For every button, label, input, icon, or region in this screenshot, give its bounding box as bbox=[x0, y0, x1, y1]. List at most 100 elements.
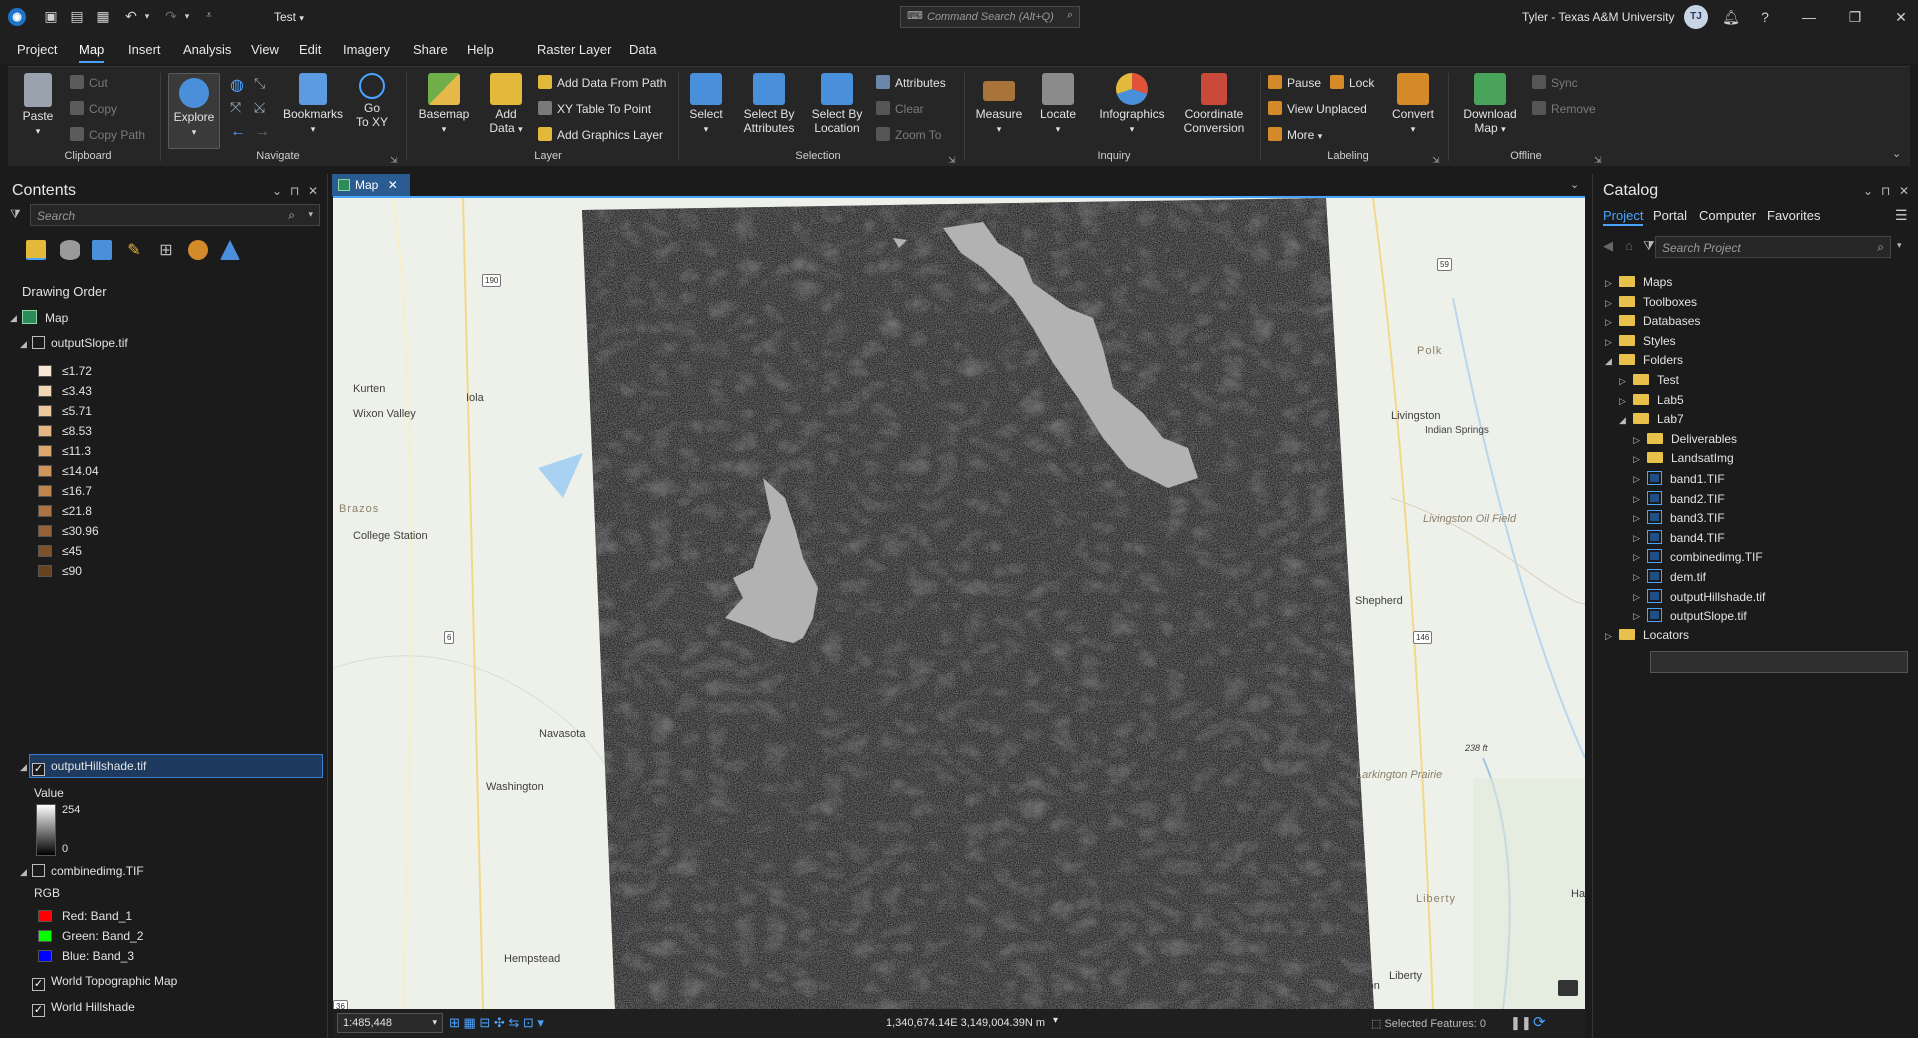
color-swatch[interactable] bbox=[38, 365, 52, 377]
slope-class-item[interactable]: ≤1.72 bbox=[38, 364, 92, 378]
view-unplaced-button[interactable]: View Unplaced bbox=[1268, 101, 1367, 116]
select-by-attributes-button[interactable]: Select By Attributes bbox=[738, 73, 800, 135]
customize-toolbar-icon[interactable]: ⩡ bbox=[200, 7, 218, 25]
collapse-triangle-icon[interactable]: ◢ bbox=[20, 762, 27, 773]
color-swatch[interactable] bbox=[38, 505, 52, 517]
slope-class-item[interactable]: ≤3.43 bbox=[38, 384, 92, 398]
list-by-data-source-icon[interactable] bbox=[60, 240, 80, 260]
bookmarks-button[interactable]: Bookmarks ▾ bbox=[282, 73, 344, 136]
visibility-checkbox[interactable] bbox=[32, 864, 45, 877]
open-project-icon[interactable]: ▤ bbox=[68, 7, 86, 25]
tab-imagery[interactable]: Imagery bbox=[343, 42, 390, 57]
sync-button[interactable]: Sync bbox=[1532, 75, 1578, 90]
command-search-input[interactable]: ⌨ Command Search (Alt+Q) ⌕ bbox=[900, 6, 1080, 28]
slope-class-item[interactable]: ≤21.8 bbox=[38, 504, 92, 518]
collapse-triangle-icon[interactable]: ◢ bbox=[1619, 415, 1626, 426]
zoom-to-selection-button[interactable]: Zoom To bbox=[876, 127, 941, 142]
selection-dialog-launcher-icon[interactable]: ⇲ bbox=[948, 155, 956, 166]
expand-triangle-icon[interactable]: ▷ bbox=[1605, 298, 1612, 309]
catalog-item[interactable]: dem.tif bbox=[1647, 569, 1706, 584]
slope-class-item[interactable]: ≤8.53 bbox=[38, 424, 92, 438]
tab-analysis[interactable]: Analysis bbox=[183, 42, 231, 57]
catalog-item[interactable]: Toolboxes bbox=[1619, 295, 1697, 309]
tab-insert[interactable]: Insert bbox=[128, 42, 161, 57]
layer-output-hillshade[interactable]: ✓ outputHillshade.tif bbox=[32, 759, 146, 776]
close-pane-icon[interactable]: ✕ bbox=[308, 184, 318, 198]
catalog-item[interactable]: Lab5 bbox=[1633, 393, 1684, 407]
expand-triangle-icon[interactable]: ▷ bbox=[1619, 396, 1626, 407]
slope-class-item[interactable]: ≤11.3 bbox=[38, 444, 91, 458]
avatar[interactable]: TJ bbox=[1684, 5, 1708, 29]
add-data-from-path-button[interactable]: Add Data From Path bbox=[538, 75, 666, 90]
coordinate-conversion-button[interactable]: Coordinate Conversion bbox=[1176, 73, 1252, 135]
select-button[interactable]: Select ▾ bbox=[684, 73, 728, 136]
catalog-item[interactable]: outputSlope.tif bbox=[1647, 608, 1747, 623]
collapse-triangle-icon[interactable]: ◢ bbox=[10, 313, 17, 324]
slope-class-item[interactable]: ≤45 bbox=[38, 544, 82, 558]
expand-triangle-icon[interactable]: ▷ bbox=[1633, 454, 1640, 465]
catalog-item[interactable]: LandsatImg bbox=[1647, 451, 1734, 465]
previous-extent-icon[interactable]: ← bbox=[230, 123, 246, 141]
redo-dropdown-icon[interactable]: ▾ bbox=[178, 7, 196, 25]
tab-share[interactable]: Share bbox=[413, 42, 448, 57]
expand-triangle-icon[interactable]: ▷ bbox=[1633, 552, 1640, 563]
catalog-item[interactable]: Lab7 bbox=[1633, 412, 1684, 426]
slope-class-item[interactable]: ≤14.04 bbox=[38, 464, 99, 478]
fixed-zoom-out-icon[interactable]: ⤩ bbox=[254, 99, 265, 116]
catalog-item[interactable]: band1.TIF bbox=[1647, 471, 1725, 486]
add-data-button[interactable]: Add Data ▾ bbox=[484, 73, 528, 136]
band-color-swatch[interactable] bbox=[38, 930, 52, 942]
xy-table-to-point-button[interactable]: XY Table To Point bbox=[538, 101, 651, 116]
color-swatch[interactable] bbox=[38, 465, 52, 477]
tab-help[interactable]: Help bbox=[467, 42, 494, 57]
list-by-editing-icon[interactable]: ✎ bbox=[124, 240, 144, 260]
band-color-swatch[interactable] bbox=[38, 950, 52, 962]
collapse-ribbon-icon[interactable]: ⌄ bbox=[1892, 147, 1901, 160]
tab-project[interactable]: Project bbox=[17, 42, 57, 57]
expand-triangle-icon[interactable]: ▷ bbox=[1633, 611, 1640, 622]
slope-class-item[interactable]: ≤16.7 bbox=[38, 484, 92, 498]
list-by-perspective-imagery-icon[interactable] bbox=[220, 240, 240, 260]
layer-output-slope[interactable]: outputSlope.tif bbox=[32, 336, 128, 350]
layer-world-topographic-map[interactable]: ✓ World Topographic Map bbox=[32, 974, 177, 991]
close-icon[interactable]: ✕ bbox=[1892, 8, 1910, 26]
color-swatch[interactable] bbox=[38, 545, 52, 557]
visibility-checkbox[interactable] bbox=[32, 336, 45, 349]
tab-map[interactable]: Map bbox=[79, 42, 105, 63]
pause-labeling-button[interactable]: Pause bbox=[1268, 75, 1321, 90]
collapse-triangle-icon[interactable]: ◢ bbox=[20, 339, 27, 350]
tab-view[interactable]: View bbox=[251, 42, 279, 57]
next-extent-icon[interactable]: → bbox=[254, 123, 270, 141]
offline-dialog-launcher-icon[interactable]: ⇲ bbox=[1594, 155, 1602, 166]
visibility-checkbox[interactable]: ✓ bbox=[32, 763, 45, 776]
download-map-button[interactable]: Download Map ▾ bbox=[1458, 73, 1522, 136]
copy-path-button[interactable]: Copy Path bbox=[70, 127, 145, 142]
locate-button[interactable]: Locate ▾ bbox=[1036, 73, 1080, 136]
layer-combined-img[interactable]: combinedimg.TIF bbox=[32, 864, 144, 878]
pane-options-icon[interactable]: ⌄ bbox=[272, 184, 282, 198]
expand-triangle-icon[interactable]: ▷ bbox=[1633, 513, 1640, 524]
home-icon[interactable]: ⌂ bbox=[1625, 238, 1633, 253]
map-tools-icons[interactable]: ⊞ ▦ ⊟ ✣ ⇆ ⊡ ▾ bbox=[449, 1015, 544, 1031]
search-dropdown-icon[interactable]: ▾ bbox=[1897, 240, 1902, 251]
slope-class-item[interactable]: ≤30.96 bbox=[38, 524, 99, 538]
list-by-snapping-icon[interactable]: ⊞ bbox=[156, 240, 176, 260]
visibility-checkbox[interactable]: ✓ bbox=[32, 1004, 45, 1017]
catalog-item[interactable]: combinedimg.TIF bbox=[1647, 549, 1763, 564]
list-by-labeling-icon[interactable] bbox=[188, 240, 208, 260]
tab-favorites[interactable]: Favorites bbox=[1767, 208, 1820, 223]
collapse-triangle-icon[interactable]: ◢ bbox=[1605, 356, 1612, 367]
save-project-icon[interactable]: ▦ bbox=[94, 7, 112, 25]
view-options-icon[interactable]: ⌄ bbox=[1570, 178, 1579, 191]
catalog-item[interactable]: Locators bbox=[1619, 628, 1689, 642]
expand-triangle-icon[interactable]: ▷ bbox=[1633, 435, 1640, 446]
close-tab-icon[interactable]: ✕ bbox=[388, 178, 398, 192]
copy-button[interactable]: Copy bbox=[70, 101, 117, 116]
expand-triangle-icon[interactable]: ▷ bbox=[1633, 533, 1640, 544]
slope-class-item[interactable]: ≤5.71 bbox=[38, 404, 92, 418]
catalog-item[interactable]: band2.TIF bbox=[1647, 490, 1725, 506]
visibility-checkbox[interactable]: ✓ bbox=[32, 978, 45, 991]
expand-triangle-icon[interactable]: ▷ bbox=[1619, 376, 1626, 387]
catalog-menu-icon[interactable]: ☰ bbox=[1895, 207, 1908, 224]
expand-triangle-icon[interactable]: ▷ bbox=[1605, 278, 1612, 289]
